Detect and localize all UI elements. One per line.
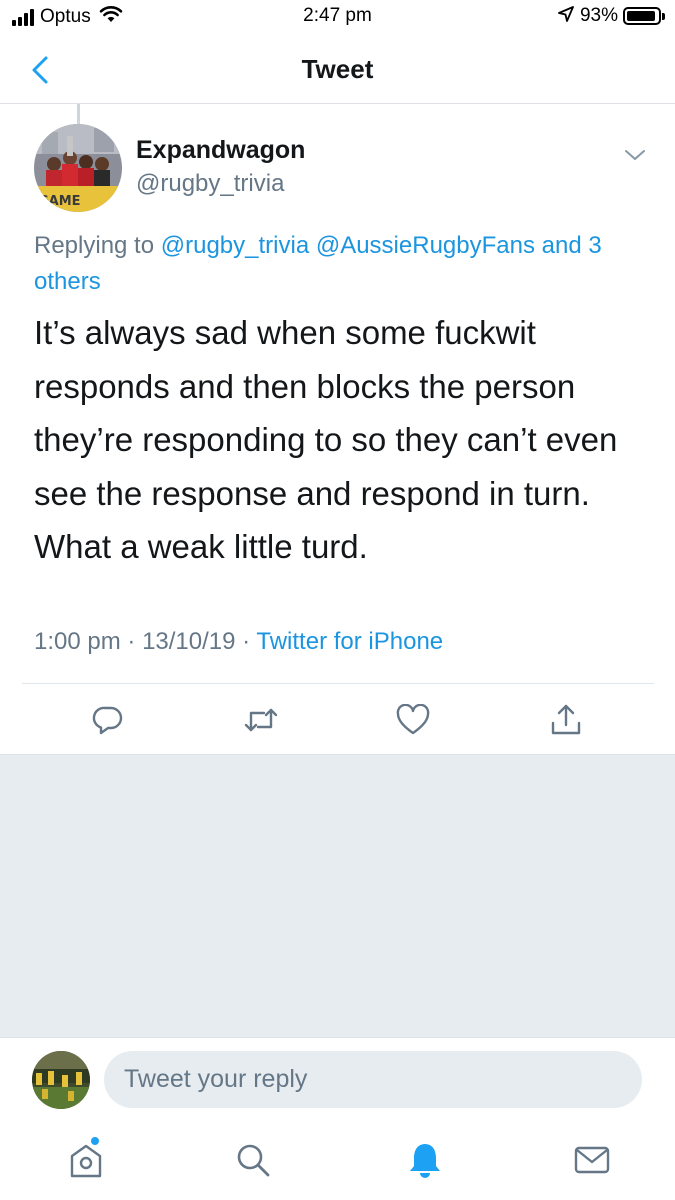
tweet-time: 1:00 pm [34, 628, 121, 655]
avatar-text: GAME [38, 194, 81, 209]
tab-messages[interactable] [568, 1136, 616, 1184]
share-icon [551, 704, 581, 735]
tab-search[interactable] [229, 1136, 277, 1184]
nav-bar: Tweet [0, 34, 675, 104]
replying-to: Replying to @rugby_trivia @AussieRugbyFa… [34, 228, 654, 300]
author-handle[interactable]: @rugby_trivia [136, 170, 284, 198]
share-button[interactable] [546, 700, 586, 740]
tweet-text: It’s always sad when some fuckwit respon… [34, 314, 618, 565]
meta-separator: · [127, 628, 136, 655]
home-icon [70, 1144, 102, 1178]
battery-tip [662, 12, 665, 20]
battery-level [627, 11, 655, 21]
tweet-meta: 1:00 pm · 13/10/19 · Twitter for iPhone [34, 628, 443, 656]
tab-notifications[interactable] [401, 1136, 449, 1184]
heart-icon [396, 704, 430, 735]
tweet-actions [0, 684, 675, 754]
meta-separator: · [242, 628, 251, 655]
user-avatar[interactable] [32, 1051, 90, 1109]
tab-home[interactable] [62, 1136, 110, 1184]
tweet-date: 13/10/19 [142, 628, 236, 655]
replying-prefix: Replying to [34, 232, 155, 259]
reply-button[interactable] [88, 700, 128, 740]
retweet-button[interactable] [241, 700, 281, 740]
search-icon [237, 1144, 270, 1177]
tab-bar [0, 1120, 675, 1200]
empty-replies-area [0, 754, 675, 1037]
location-arrow-icon [558, 5, 574, 27]
page-title: Tweet [301, 54, 374, 84]
avatar[interactable]: GAME [34, 124, 122, 212]
status-bar: Optus 2:47 pm 93% [0, 0, 675, 34]
messages-icon [574, 1146, 610, 1174]
home-notification-dot [90, 1136, 100, 1146]
tweet-source-link[interactable]: Twitter for iPhone [256, 628, 443, 655]
reply-input[interactable] [104, 1051, 642, 1108]
retweet-icon [244, 708, 278, 732]
battery-percent: 93% [579, 5, 618, 26]
reply-icon [92, 706, 123, 735]
status-right: 93% [558, 5, 665, 27]
like-button[interactable] [393, 700, 433, 740]
reply-bar [0, 1037, 675, 1120]
author-name[interactable]: Expandwagon [136, 136, 305, 165]
tweet-options-button[interactable] [620, 140, 650, 170]
chevron-down-icon [625, 150, 645, 160]
battery-icon [623, 7, 661, 25]
notifications-icon [410, 1144, 440, 1178]
thread-line [77, 104, 80, 126]
